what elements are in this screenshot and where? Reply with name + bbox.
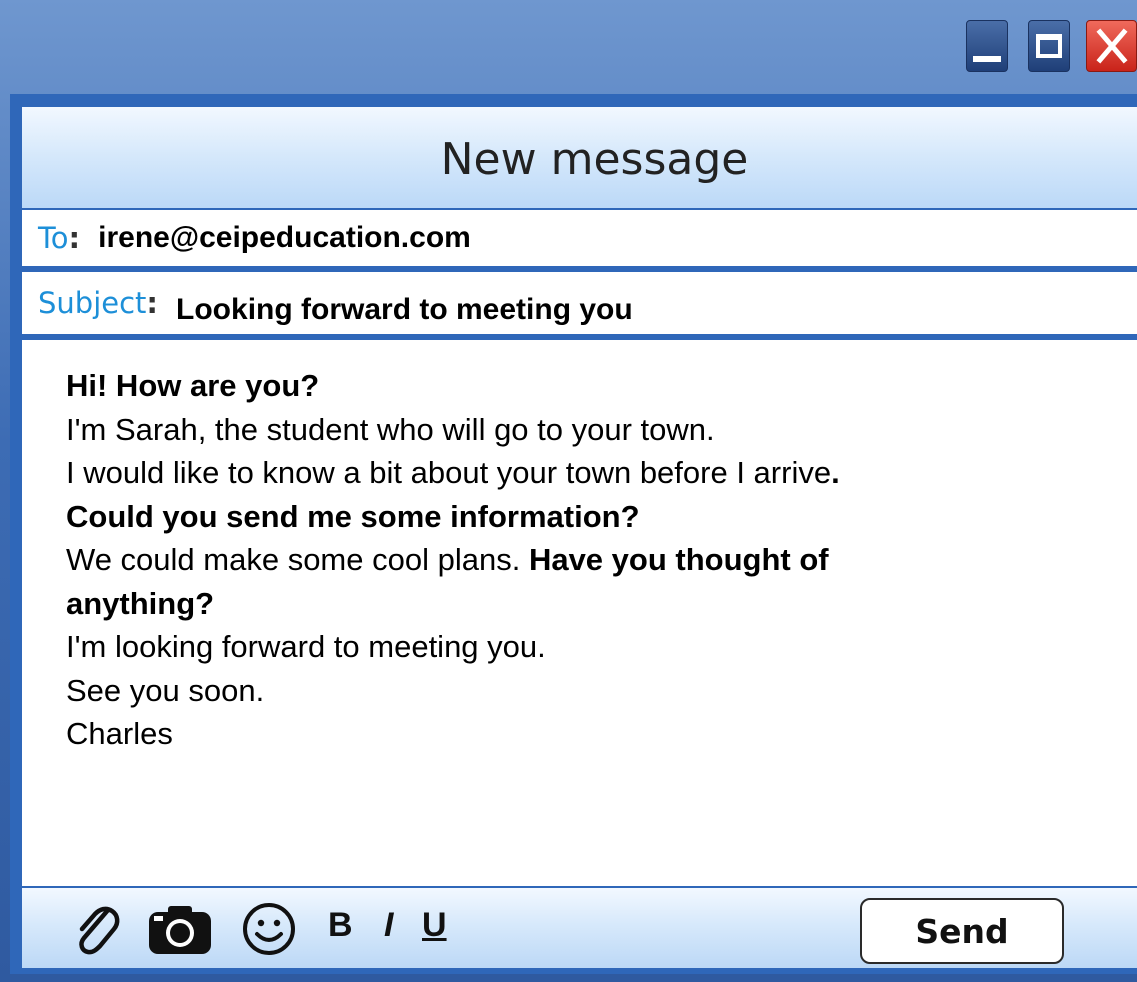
minimize-icon: [973, 56, 1001, 62]
body-line: anything?: [66, 585, 215, 621]
body-line: Charles: [66, 716, 173, 751]
minimize-button[interactable]: [966, 20, 1008, 72]
close-button[interactable]: [1086, 20, 1137, 72]
underline-button[interactable]: U: [422, 906, 447, 945]
maximize-icon: [1036, 34, 1062, 58]
to-value[interactable]: irene@ceipeducation.com: [98, 221, 471, 255]
smiley-icon: [243, 903, 295, 955]
window-title: New message: [440, 133, 749, 185]
attach-button[interactable]: [70, 900, 122, 958]
send-button[interactable]: Send: [860, 898, 1064, 964]
camera-icon: [149, 906, 211, 954]
subject-field[interactable]: Subject: Looking forward to meeting you: [22, 270, 1137, 334]
close-icon: [1095, 28, 1128, 64]
to-field[interactable]: To: irene@ceipeducation.com: [22, 208, 1137, 266]
italic-button[interactable]: I: [384, 906, 393, 945]
body-line: Could you send me some information?: [66, 498, 640, 534]
paperclip-icon: [79, 906, 120, 955]
subject-label: Subject:: [38, 286, 159, 320]
emoji-button[interactable]: [240, 900, 298, 958]
message-panel: New message To: irene@ceipeducation.com …: [10, 94, 1137, 974]
body-line: I'm Sarah, the student who will go to yo…: [66, 411, 715, 447]
body-line: I'm looking forward to meeting you.: [66, 629, 546, 664]
body-line: Hi! How are you?: [66, 368, 320, 403]
message-body[interactable]: Hi! How are you? I'm Sarah, the student …: [22, 340, 1137, 886]
body-line: See you soon.: [66, 672, 265, 708]
title-bar: New message: [22, 107, 1137, 217]
subject-value[interactable]: Looking forward to meeting you: [176, 293, 633, 327]
body-line: We could make some cool plans. Have you …: [66, 542, 829, 577]
bold-button[interactable]: B: [328, 906, 353, 945]
maximize-button[interactable]: [1028, 20, 1070, 72]
to-label: To:: [38, 221, 81, 255]
camera-button[interactable]: [146, 900, 214, 958]
compose-toolbar: B I U Send: [22, 888, 1137, 968]
body-line: I would like to know a bit about your to…: [66, 455, 840, 490]
email-window: New message To: irene@ceipeducation.com …: [0, 0, 1137, 982]
